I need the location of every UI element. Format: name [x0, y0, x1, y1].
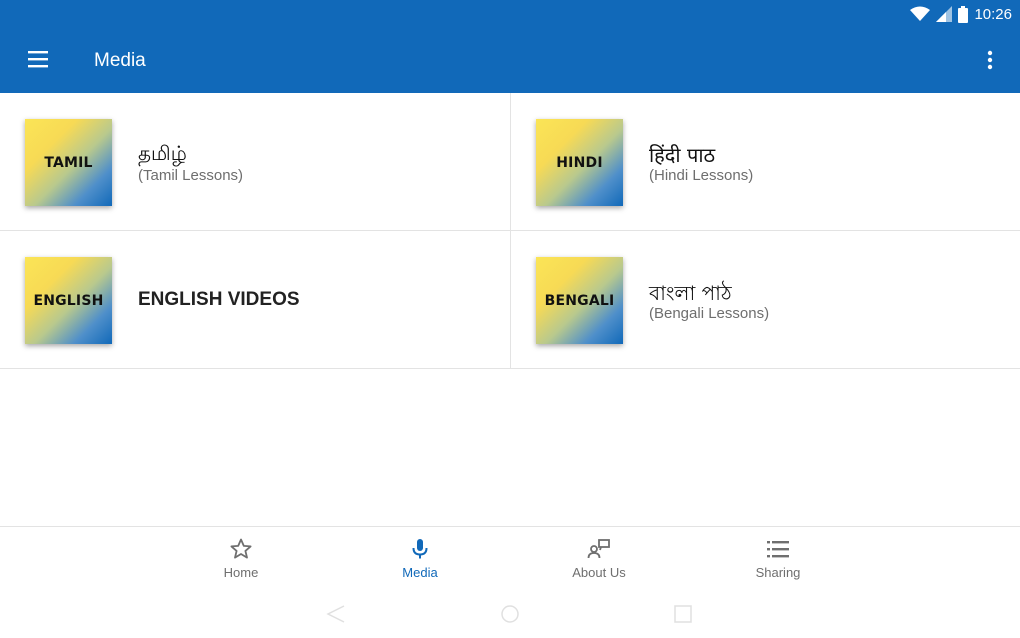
- thumbnail-label: TAMIL: [44, 154, 93, 171]
- list-icon: [767, 541, 789, 558]
- system-navigation: [0, 600, 1020, 638]
- app-bar: 10:26 Media: [0, 0, 1020, 93]
- media-item-tamil[interactable]: TAMIL தமிழ் (Tamil Lessons): [0, 93, 510, 231]
- media-subtitle: (Hindi Lessons): [649, 167, 754, 184]
- media-thumbnail: ENGLISH: [25, 257, 112, 344]
- nav-about-us[interactable]: About Us: [539, 537, 659, 587]
- battery-icon: [958, 5, 969, 23]
- media-grid: TAMIL தமிழ் (Tamil Lessons) HINDI हिंदी …: [0, 93, 1020, 370]
- media-thumbnail: HINDI: [536, 119, 623, 206]
- media-item-bengali[interactable]: BENGALI বাংলা পাঠ (Bengali Lessons): [510, 231, 1020, 369]
- star-icon: [230, 538, 252, 559]
- media-item-english[interactable]: ENGLISH ENGLISH VIDEOS: [0, 231, 510, 369]
- page-title: Media: [94, 50, 146, 71]
- system-home-icon[interactable]: [500, 604, 520, 624]
- media-subtitle: (Tamil Lessons): [138, 167, 244, 184]
- media-title: தமிழ்: [138, 141, 187, 165]
- thumbnail-label: ENGLISH: [33, 292, 104, 309]
- system-recents-icon[interactable]: [673, 604, 693, 624]
- microphone-icon: [412, 539, 428, 559]
- wifi-icon: [910, 6, 931, 21]
- more-vert-icon[interactable]: [982, 48, 998, 72]
- media-subtitle: (Bengali Lessons): [649, 305, 770, 322]
- bottom-navigation: Home Media About Us Sharing: [0, 526, 1020, 596]
- nav-label: Sharing: [755, 565, 801, 580]
- media-title: हिंदी पाठ: [649, 143, 716, 167]
- signal-icon: [936, 6, 953, 22]
- thumbnail-label: BENGALI: [544, 292, 615, 309]
- media-thumbnail: TAMIL: [25, 119, 112, 206]
- nav-label: Media: [402, 565, 438, 580]
- thumbnail-label: HINDI: [556, 154, 603, 171]
- nav-sharing[interactable]: Sharing: [718, 537, 838, 587]
- nav-label: Home: [223, 565, 259, 580]
- media-title: ENGLISH VIDEOS: [138, 289, 300, 310]
- about-us-icon: [587, 539, 610, 559]
- status-time: 10:26: [974, 5, 1012, 23]
- media-item-hindi[interactable]: HINDI हिंदी पाठ (Hindi Lessons): [510, 93, 1020, 231]
- status-bar: 10:26: [910, 4, 1012, 24]
- nav-label: About Us: [572, 565, 626, 580]
- system-back-icon[interactable]: [326, 604, 346, 624]
- nav-media[interactable]: Media: [360, 537, 480, 587]
- nav-home[interactable]: Home: [181, 537, 301, 587]
- hamburger-menu-icon[interactable]: [26, 48, 50, 70]
- media-thumbnail: BENGALI: [536, 257, 623, 344]
